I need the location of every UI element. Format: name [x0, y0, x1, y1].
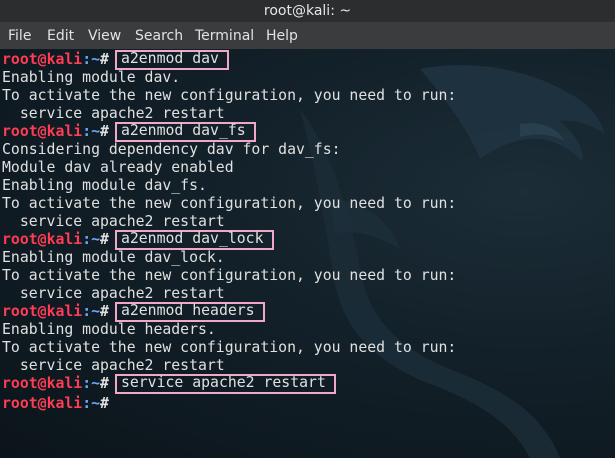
prompt-hash: #	[100, 231, 109, 248]
output-text: Enabling module dav_fs.	[2, 177, 207, 194]
prompt-hash: #	[100, 303, 109, 320]
menu-edit[interactable]: Edit	[47, 22, 74, 50]
prompt-path: :~	[82, 395, 101, 412]
prompt-hash: #	[100, 375, 109, 392]
menu-view[interactable]: View	[88, 22, 121, 50]
prompt-path: :~	[82, 303, 101, 320]
highlighted-command: service apache2 restart	[114, 374, 336, 394]
prompt-at: @	[37, 303, 47, 320]
menu-terminal[interactable]: Terminal	[195, 22, 254, 50]
output-text: service apache2 restart	[2, 285, 225, 302]
output-line: Enabling module headers.	[2, 321, 456, 339]
prompt-line: root@kali:~# a2enmod dav	[2, 50, 456, 70]
prompt-at: @	[37, 375, 47, 392]
prompt-line: root@kali:~#	[2, 393, 456, 412]
prompt-line: root@kali:~# service apache2 restart	[2, 374, 456, 394]
output-text: Enabling module dav_lock.	[2, 249, 225, 266]
prompt-hash: #	[100, 123, 109, 140]
output-line: To activate the new configuration, you n…	[2, 87, 456, 105]
output-line: Enabling module dav.	[2, 69, 456, 87]
output-text: To activate the new configuration, you n…	[2, 339, 457, 356]
output-line: Enabling module dav_lock.	[2, 249, 456, 267]
prompt-at: @	[37, 231, 47, 248]
prompt-path: :~	[82, 51, 101, 68]
output-line: To activate the new configuration, you n…	[2, 195, 456, 213]
output-line: service apache2 restart	[2, 285, 456, 303]
prompt-user: root	[2, 51, 38, 68]
output-text: To activate the new configuration, you n…	[2, 267, 457, 284]
output-text: service apache2 restart	[2, 357, 225, 374]
prompt-host: kali	[46, 123, 83, 140]
prompt-line: root@kali:~# a2enmod dav_lock	[2, 230, 456, 250]
output-text: service apache2 restart	[2, 213, 225, 230]
highlighted-command: a2enmod dav	[114, 50, 229, 70]
prompt-line: root@kali:~# a2enmod dav_fs	[2, 122, 456, 142]
prompt-hash: #	[100, 51, 109, 68]
output-line: Considering dependency dav for dav_fs:	[2, 141, 456, 159]
prompt-path: :~	[82, 375, 101, 392]
prompt-host: kali	[46, 303, 83, 320]
prompt-host: kali	[46, 231, 83, 248]
output-text: Module dav already enabled	[2, 159, 234, 176]
highlighted-command: a2enmod dav_lock	[114, 230, 274, 250]
text-cursor	[109, 393, 118, 408]
title-bar[interactable]: root@kali: ~	[0, 0, 615, 22]
output-line: Enabling module dav_fs.	[2, 177, 456, 195]
prompt-user: root	[2, 123, 38, 140]
prompt-at: @	[37, 51, 47, 68]
output-text: Enabling module dav.	[2, 69, 181, 86]
output-line: service apache2 restart	[2, 213, 456, 231]
menu-bar: File Edit View Search Terminal Help	[0, 22, 615, 49]
prompt-host: kali	[46, 51, 83, 68]
output-text: service apache2 restart	[2, 105, 225, 122]
output-text: To activate the new configuration, you n…	[2, 195, 457, 212]
output-line: Module dav already enabled	[2, 159, 456, 177]
prompt-host: kali	[46, 395, 83, 412]
prompt-path: :~	[82, 231, 101, 248]
window-title: root@kali: ~	[263, 3, 352, 19]
prompt-user: root	[2, 303, 38, 320]
prompt-user: root	[2, 395, 38, 412]
terminal-output: root@kali:~# a2enmod dav Enabling module d…	[2, 50, 456, 412]
terminal-window: root@kali: ~ File Edit View Search Termi…	[0, 0, 615, 458]
output-line: To activate the new configuration, you n…	[2, 267, 456, 285]
output-line: To activate the new configuration, you n…	[2, 339, 456, 357]
output-text: Considering dependency dav for dav_fs:	[2, 141, 341, 158]
prompt-at: @	[37, 123, 47, 140]
highlighted-command: a2enmod headers	[114, 302, 265, 322]
menu-help[interactable]: Help	[266, 22, 298, 50]
menu-file[interactable]: File	[8, 22, 31, 50]
prompt-line: root@kali:~# a2enmod headers	[2, 302, 456, 322]
prompt-host: kali	[46, 375, 83, 392]
prompt-user: root	[2, 231, 38, 248]
output-text: Enabling module headers.	[2, 321, 216, 338]
menu-search[interactable]: Search	[135, 22, 183, 50]
output-line: service apache2 restart	[2, 357, 456, 375]
output-line: service apache2 restart	[2, 105, 456, 123]
prompt-user: root	[2, 375, 38, 392]
terminal-area[interactable]: root@kali:~# a2enmod dav Enabling module d…	[0, 49, 615, 458]
output-text: To activate the new configuration, you n…	[2, 87, 457, 104]
prompt-path: :~	[82, 123, 101, 140]
highlighted-command: a2enmod dav_fs	[114, 122, 256, 142]
prompt-hash: #	[100, 395, 109, 412]
prompt-at: @	[37, 395, 47, 412]
